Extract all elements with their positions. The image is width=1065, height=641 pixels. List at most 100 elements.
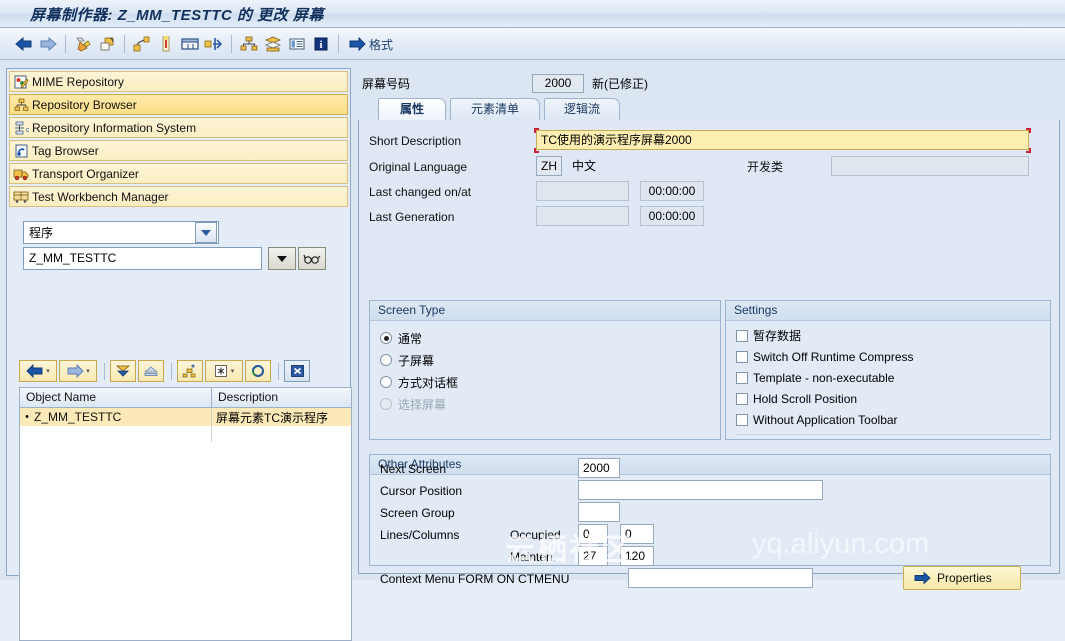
cancel-button[interactable] bbox=[284, 360, 310, 382]
package-input[interactable] bbox=[831, 156, 1029, 176]
last-generation-time-input[interactable]: 00:00:00 bbox=[640, 206, 704, 226]
list-icon[interactable] bbox=[285, 32, 309, 56]
navigation-list: MIME Repository Repository Browser c Rep… bbox=[9, 71, 348, 209]
next-screen-input[interactable]: 2000 bbox=[578, 458, 620, 478]
last-changed-date-input[interactable] bbox=[536, 181, 629, 201]
svg-text:i: i bbox=[319, 39, 322, 51]
original-language-name: 中文 bbox=[572, 159, 597, 173]
stack-icon[interactable] bbox=[261, 32, 285, 56]
toolbar-divider bbox=[104, 362, 105, 380]
other-attributes-title: Other Attributes bbox=[370, 455, 1050, 475]
sidebar-item-repository-information-system[interactable]: c Repository Information System bbox=[9, 117, 348, 138]
sap-screen-painter-window: 屏幕制作器: Z_MM_TESTTC 的 更改 屏幕 i 格式 MIME Rep… bbox=[0, 0, 1065, 641]
short-description-field-wrapper: TC使用的演示程序屏幕2000 bbox=[534, 128, 1031, 153]
toolbar-divider bbox=[231, 35, 232, 53]
occupied-lines-input[interactable]: 0 bbox=[578, 524, 608, 544]
back-icon[interactable] bbox=[12, 32, 36, 56]
navigate-icon[interactable] bbox=[202, 32, 226, 56]
last-generation-label: Last Generation bbox=[369, 210, 455, 224]
object-type-select[interactable]: 程序 bbox=[23, 221, 219, 244]
screen-type-title: Screen Type bbox=[370, 301, 720, 321]
expand-all-button[interactable] bbox=[110, 360, 136, 382]
forward-icon[interactable] bbox=[36, 32, 60, 56]
checkbox-icon bbox=[736, 329, 748, 342]
mainten-columns-input[interactable]: 120 bbox=[620, 546, 654, 566]
screen-number-row: 屏幕号码 2000 新(已修正) bbox=[362, 72, 1052, 94]
sidebar-item-mime-repository[interactable]: MIME Repository bbox=[9, 71, 348, 92]
repository-info-system-icon: c bbox=[12, 120, 30, 136]
checkbox-hold-scroll-position[interactable]: Hold Scroll Position bbox=[736, 388, 1050, 409]
screen-group-input[interactable] bbox=[578, 502, 620, 522]
checkbox-template-non-executable[interactable]: Template - non-executable bbox=[736, 367, 1050, 388]
sidebar-item-test-workbench-manager[interactable]: Test Workbench Manager bbox=[9, 186, 348, 207]
nav-back-button[interactable]: ▾ bbox=[19, 360, 57, 382]
transport-organizer-icon bbox=[12, 166, 30, 182]
pencil-edit-icon[interactable] bbox=[71, 32, 95, 56]
radio-screen-type-subscreen[interactable]: 子屏幕 bbox=[380, 349, 720, 371]
object-name-dropdown-button[interactable] bbox=[268, 247, 296, 270]
radio-icon bbox=[380, 354, 392, 366]
properties-button[interactable]: Properties bbox=[903, 566, 1021, 590]
last-generation-date-input[interactable] bbox=[536, 206, 629, 226]
screen-element-icon[interactable] bbox=[178, 32, 202, 56]
dropdown-arrow-icon[interactable]: ▾ bbox=[231, 367, 235, 375]
checkbox-without-application-toolbar[interactable]: Without Application Toolbar bbox=[736, 409, 1050, 430]
sidebar-item-tag-browser[interactable]: Tag Browser bbox=[9, 140, 348, 161]
radio-label: 方式对话框 bbox=[398, 375, 459, 390]
sidebar-item-label: Repository Browser bbox=[32, 97, 137, 112]
dropdown-arrow-icon[interactable]: ▾ bbox=[46, 367, 50, 375]
original-language-row: Original Language ZH 中文 开发类 bbox=[369, 155, 1051, 180]
nav-forward-button[interactable]: ▾ bbox=[59, 360, 97, 382]
tab-label: 逻辑流 bbox=[563, 102, 600, 116]
arrow-right-icon bbox=[914, 571, 931, 585]
checkbox-hold-data[interactable]: 暂存数据 bbox=[736, 325, 1050, 346]
last-generation-row: Last Generation 00:00:00 bbox=[369, 205, 1051, 230]
sidebar-item-transport-organizer[interactable]: Transport Organizer bbox=[9, 163, 348, 184]
column-header-object-name[interactable]: Object Name bbox=[20, 388, 212, 407]
flow-logic-icon[interactable] bbox=[154, 32, 178, 56]
information-icon[interactable]: i bbox=[309, 32, 333, 56]
object-type-value: 程序 bbox=[29, 226, 54, 240]
format-button[interactable]: 格式 bbox=[348, 36, 393, 53]
settings-divider bbox=[736, 434, 1040, 435]
settings-group: Settings 暂存数据 Switch Off Runtime Compres… bbox=[725, 300, 1051, 440]
dropdown-arrow-icon[interactable]: ▾ bbox=[86, 367, 90, 375]
checkbox-label: 暂存数据 bbox=[753, 329, 802, 343]
screen-number-value[interactable]: 2000 bbox=[532, 73, 584, 93]
context-menu-label: Context Menu FORM ON CTMENU bbox=[380, 572, 570, 586]
sidebar-item-repository-browser[interactable]: Repository Browser bbox=[9, 94, 348, 115]
tab-attributes[interactable]: 属性 bbox=[378, 98, 446, 120]
chevron-down-icon[interactable] bbox=[195, 222, 217, 243]
object-list-header: Object Name Description bbox=[20, 388, 351, 408]
table-row[interactable]: • Z_MM_TESTTC 屏幕元素TC演示程序 bbox=[20, 408, 351, 426]
column-header-description[interactable]: Description bbox=[212, 388, 351, 407]
occupied-columns-input[interactable]: 0 bbox=[620, 524, 654, 544]
refresh-button[interactable] bbox=[245, 360, 271, 382]
layout-editor-icon[interactable] bbox=[130, 32, 154, 56]
tab-element-list[interactable]: 元素清单 bbox=[450, 98, 540, 120]
last-changed-time-input[interactable]: 00:00:00 bbox=[640, 181, 704, 201]
context-menu-input[interactable] bbox=[628, 568, 813, 588]
tab-flow-logic[interactable]: 逻辑流 bbox=[544, 98, 620, 120]
cursor-position-input[interactable] bbox=[578, 480, 823, 500]
mainten-lines-input[interactable]: 27 bbox=[578, 546, 608, 566]
radio-screen-type-modal-dialog[interactable]: 方式对话框 bbox=[380, 371, 720, 393]
short-description-input[interactable]: TC使用的演示程序屏幕2000 bbox=[536, 130, 1029, 150]
object-name-cell: Z_MM_TESTTC bbox=[34, 410, 122, 424]
object-name-input[interactable]: Z_MM_TESTTC bbox=[23, 247, 262, 270]
toolbar-divider bbox=[171, 362, 172, 380]
screen-group-label: Screen Group bbox=[380, 506, 455, 520]
checkbox-switch-off-runtime-compress[interactable]: Switch Off Runtime Compress bbox=[736, 346, 1050, 367]
tag-browser-icon bbox=[12, 143, 30, 159]
object-search-button[interactable] bbox=[298, 247, 326, 270]
checkbox-label: Without Application Toolbar bbox=[753, 412, 898, 427]
object-list-button[interactable] bbox=[177, 360, 203, 382]
radio-screen-type-normal[interactable]: 通常 bbox=[380, 327, 720, 349]
copy-object-icon[interactable] bbox=[95, 32, 119, 56]
hierarchy-icon[interactable] bbox=[237, 32, 261, 56]
required-corner-marker bbox=[534, 128, 539, 133]
original-language-input[interactable]: ZH bbox=[536, 156, 562, 176]
filter-button[interactable]: ▾ bbox=[205, 360, 243, 382]
collapse-all-button[interactable] bbox=[138, 360, 164, 382]
attributes-pane: Short Description TC使用的演示程序屏幕2000 Origin… bbox=[358, 120, 1060, 590]
